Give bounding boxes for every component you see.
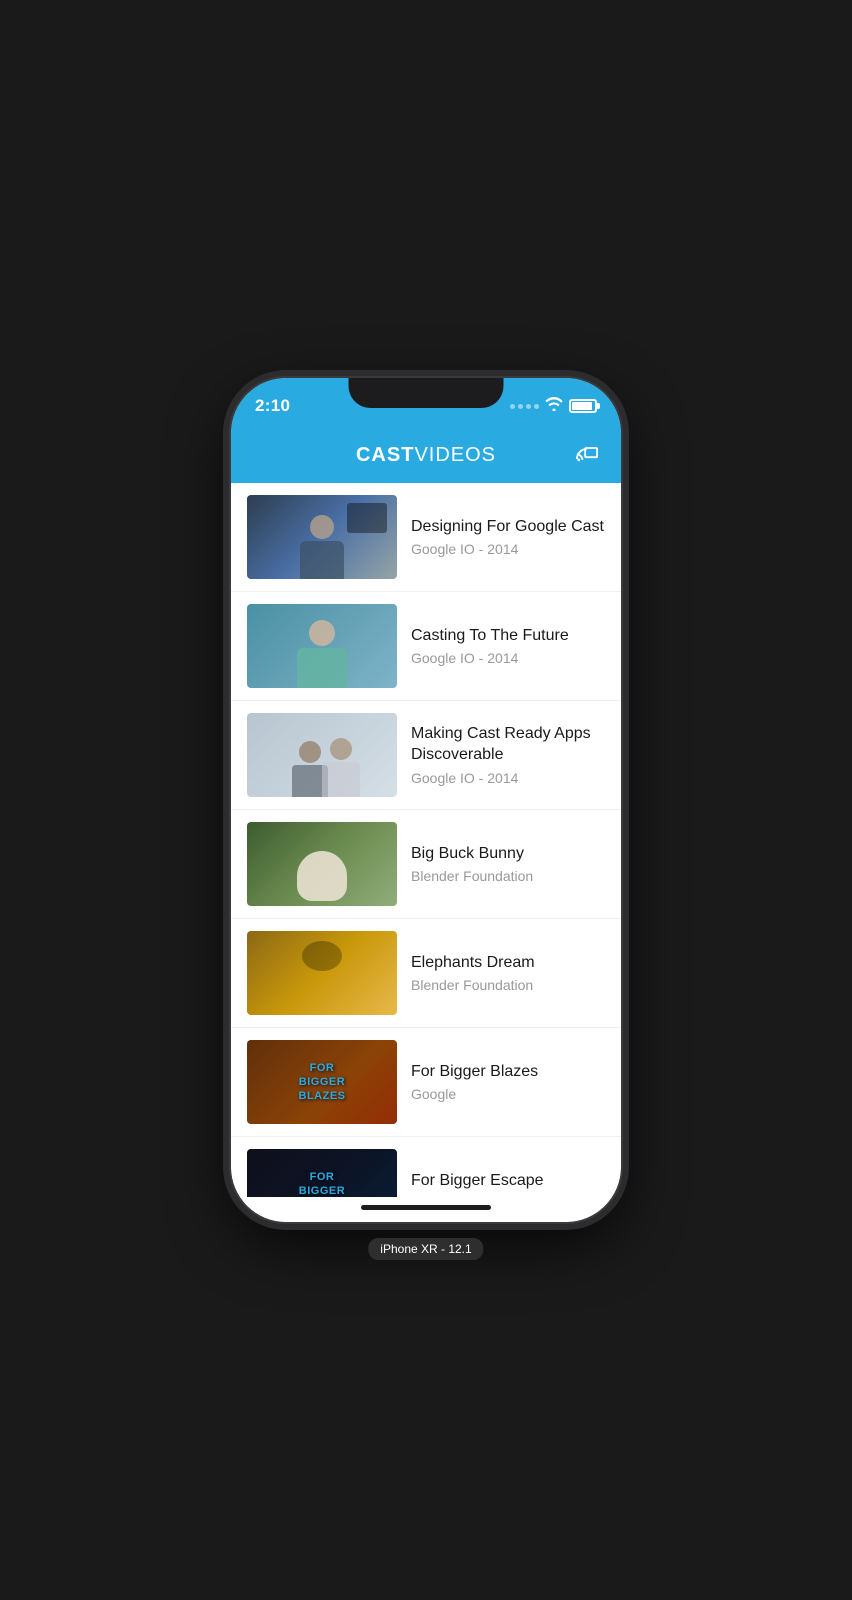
phone-frame: 2:10: [231, 378, 621, 1222]
video-thumbnail: FORBIGGERBLAZES: [247, 1040, 397, 1124]
video-thumbnail: [247, 495, 397, 579]
video-subtitle: Blender Foundation: [411, 977, 605, 993]
home-bar: [361, 1205, 491, 1210]
video-info: Making Cast Ready Apps Discoverable Goog…: [397, 724, 605, 786]
video-info: Designing For Google Cast Google IO - 20…: [397, 517, 605, 558]
video-title: Making Cast Ready Apps Discoverable: [411, 724, 605, 766]
video-subtitle: Google IO - 2014: [411, 650, 605, 666]
phone-screen: 2:10: [231, 378, 621, 1222]
video-item[interactable]: FORBIGGERESCAPES For Bigger Escape Googl…: [231, 1137, 621, 1197]
video-info: Casting To The Future Google IO - 2014: [397, 626, 605, 667]
video-title: Elephants Dream: [411, 953, 605, 974]
video-thumbnail: [247, 931, 397, 1015]
video-item[interactable]: Designing For Google Cast Google IO - 20…: [231, 483, 621, 592]
battery-fill: [572, 402, 592, 410]
video-subtitle: Google: [411, 1086, 605, 1102]
status-time: 2:10: [255, 396, 290, 416]
notch: [349, 378, 504, 408]
video-title: For Bigger Blazes: [411, 1062, 605, 1083]
video-subtitle: Google IO - 2014: [411, 770, 605, 786]
cast-button[interactable]: [573, 442, 601, 469]
video-item[interactable]: Elephants Dream Blender Foundation: [231, 919, 621, 1028]
app-header: CASTVIDEOS: [231, 428, 621, 483]
video-thumbnail: [247, 822, 397, 906]
app-title: CASTVIDEOS: [356, 444, 496, 467]
signal-dot-1: [510, 404, 515, 409]
video-title: Casting To The Future: [411, 626, 605, 647]
video-thumbnail: [247, 604, 397, 688]
video-info: For Bigger Blazes Google: [397, 1062, 605, 1103]
video-item[interactable]: Casting To The Future Google IO - 2014: [231, 592, 621, 701]
video-info: For Bigger Escape Google: [397, 1171, 605, 1197]
signal-dot-4: [534, 404, 539, 409]
phone-wrapper: 2:10: [216, 370, 636, 1230]
video-subtitle: Google IO - 2014: [411, 541, 605, 557]
app-title-cast: CAST: [356, 444, 414, 466]
video-title: For Bigger Escape: [411, 1171, 605, 1192]
video-thumbnail: [247, 713, 397, 797]
status-icons: [510, 397, 597, 416]
signal-dot-3: [526, 404, 531, 409]
video-title: Designing For Google Cast: [411, 517, 605, 538]
device-label: iPhone XR - 12.1: [368, 1238, 483, 1260]
wifi-icon: [545, 397, 563, 416]
video-item[interactable]: Big Buck Bunny Blender Foundation: [231, 810, 621, 919]
video-info: Big Buck Bunny Blender Foundation: [397, 844, 605, 885]
video-item[interactable]: FORBIGGERBLAZES For Bigger Blazes Google: [231, 1028, 621, 1137]
signal-dots: [510, 404, 539, 409]
video-list: Designing For Google Cast Google IO - 20…: [231, 483, 621, 1197]
battery-icon: [569, 399, 597, 413]
video-thumbnail: FORBIGGERESCAPES: [247, 1149, 397, 1197]
home-indicator: [231, 1197, 621, 1222]
app-title-videos: VIDEOS: [414, 444, 496, 466]
video-title: Big Buck Bunny: [411, 844, 605, 865]
video-info: Elephants Dream Blender Foundation: [397, 953, 605, 994]
video-subtitle: Blender Foundation: [411, 868, 605, 884]
video-item[interactable]: Making Cast Ready Apps Discoverable Goog…: [231, 701, 621, 810]
signal-dot-2: [518, 404, 523, 409]
